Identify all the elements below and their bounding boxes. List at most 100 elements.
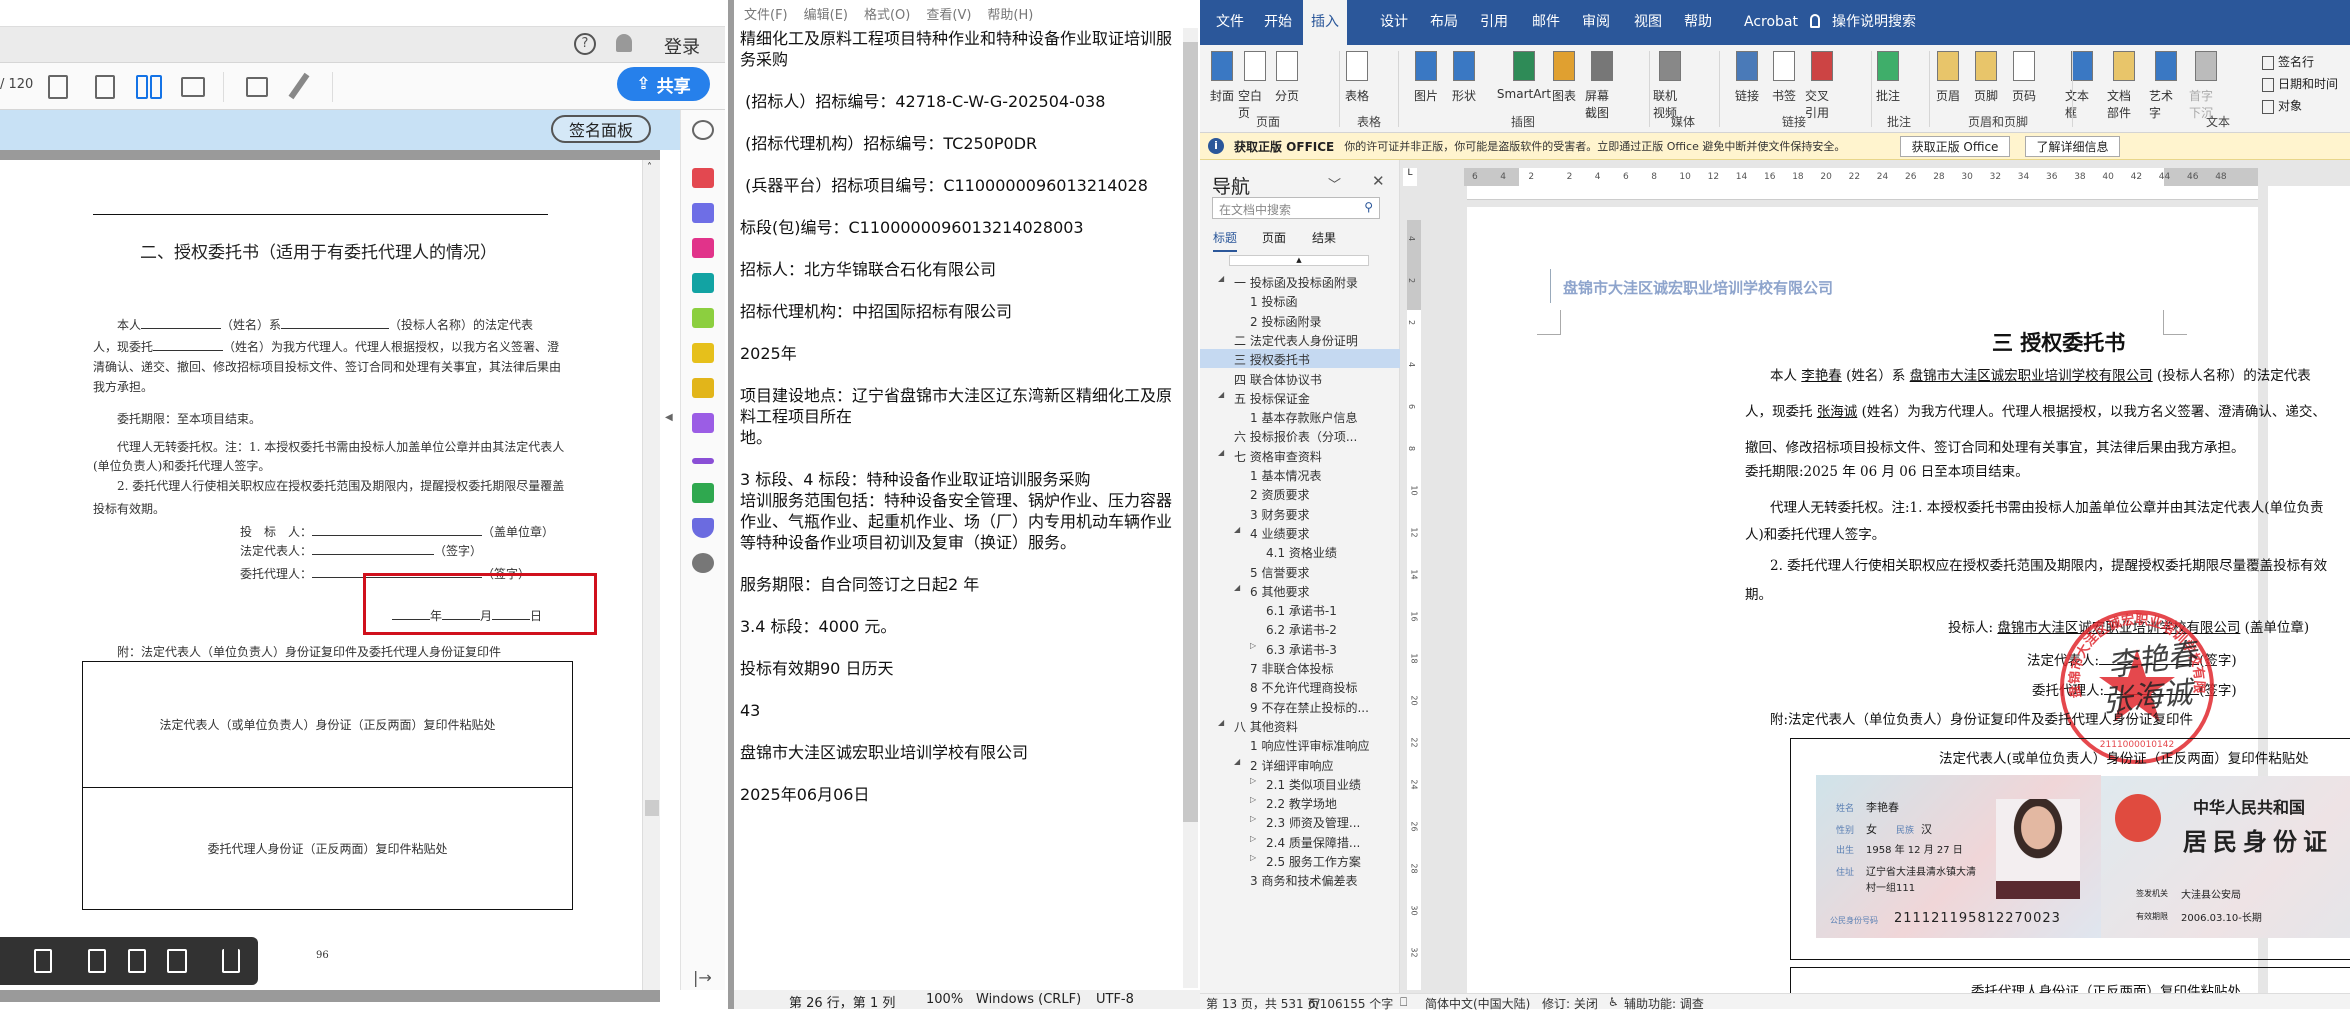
- ribbon-button-11[interactable]: 书签: [1767, 51, 1801, 104]
- export-icon[interactable]: [692, 273, 714, 293]
- fit-page-icon[interactable]: [128, 949, 146, 973]
- nav-item[interactable]: 3 财务要求: [1200, 504, 1400, 523]
- scroll-up-arrow[interactable]: ˄: [647, 162, 652, 173]
- zoom-search-icon[interactable]: [692, 120, 714, 140]
- track-changes[interactable]: 修订: 关闭: [1542, 995, 1598, 1012]
- pdf-scrollbar[interactable]: ˄: [642, 160, 660, 990]
- export-pdf-icon[interactable]: [692, 168, 714, 188]
- nav-item[interactable]: 4.1 资格业绩: [1200, 542, 1400, 561]
- expanded-triangle-icon[interactable]: ◢: [1234, 583, 1240, 592]
- nav-item[interactable]: ◢ 七 资格审查资料: [1200, 446, 1400, 465]
- nav-item[interactable]: ▷ 2.4 质量保障措...: [1200, 832, 1400, 851]
- nav-item[interactable]: 9 不存在禁止投标的...: [1200, 697, 1400, 716]
- protect-shield-icon[interactable]: [692, 518, 714, 538]
- get-genuine-office-button[interactable]: 获取正版 Office: [1900, 136, 2010, 157]
- more-tools-wrench-icon[interactable]: [692, 553, 714, 573]
- nav-item[interactable]: 2 投标函附录: [1200, 311, 1400, 330]
- menu-item[interactable]: 查看(V): [926, 4, 971, 23]
- ribbon-button-15[interactable]: 页脚: [1969, 51, 2003, 104]
- collapsed-triangle-icon[interactable]: ▷: [1250, 641, 1256, 650]
- nav-item[interactable]: ◢ 五 投标保证金: [1200, 388, 1400, 407]
- ribbon-button-14[interactable]: 页眉: [1931, 51, 1965, 104]
- nav-tab-headings[interactable]: 标题: [1213, 229, 1238, 252]
- expand-panel-icon[interactable]: |→: [693, 968, 712, 987]
- full-screen-icon[interactable]: [167, 949, 187, 973]
- nav-item[interactable]: ◢ 4 业绩要求: [1200, 523, 1400, 542]
- tab-7[interactable]: 审阅: [1582, 0, 1610, 45]
- nav-item[interactable]: 1 投标函: [1200, 291, 1400, 310]
- page-count[interactable]: 第 13 页，共 531 页: [1206, 995, 1319, 1012]
- expanded-triangle-icon[interactable]: ◢: [1218, 274, 1224, 283]
- nav-item[interactable]: 二 法定代表人身份证明: [1200, 330, 1400, 349]
- nav-item[interactable]: ◢ 6 其他要求: [1200, 581, 1400, 600]
- search-icon[interactable]: ⚲: [1364, 200, 1373, 214]
- nav-item[interactable]: 6.1 承诺书-1: [1200, 600, 1400, 619]
- ribbon-button-1[interactable]: 空白页: [1238, 51, 1272, 121]
- expanded-triangle-icon[interactable]: ◢: [1218, 448, 1224, 457]
- ribbon-button-3[interactable]: 表格: [1340, 51, 1374, 104]
- ribbon-button-19[interactable]: 艺术字: [2149, 51, 2183, 121]
- organize-pages-icon[interactable]: [692, 238, 714, 258]
- scan-icon[interactable]: [692, 483, 714, 503]
- ribbon-button-4[interactable]: 图片: [1409, 51, 1443, 104]
- nav-item[interactable]: ◢ 一 投标函及投标函附录: [1200, 272, 1400, 291]
- nav-item[interactable]: 三 授权委托书: [1200, 349, 1400, 369]
- nav-item[interactable]: ◢ 2 详细评审响应: [1200, 755, 1400, 774]
- ribbon-button-12[interactable]: 交叉引用: [1805, 51, 1839, 121]
- tab-0[interactable]: 文件: [1216, 0, 1244, 45]
- nav-item[interactable]: 1 响应性评审标准响应: [1200, 735, 1400, 754]
- collapsed-triangle-icon[interactable]: ▷: [1250, 814, 1256, 823]
- edit-pdf-icon[interactable]: [692, 343, 714, 363]
- nav-close-icon[interactable]: ✕: [1372, 172, 1385, 190]
- tab-1[interactable]: 开始: [1264, 0, 1292, 45]
- bell-icon[interactable]: [616, 34, 632, 52]
- notepad-text-area[interactable]: 精细化工及原料工程项目特种作业和特种设备作业取证培训服 务采购 (招标人）招标编…: [740, 28, 1180, 826]
- ribbon-button-13[interactable]: 批注: [1871, 51, 1905, 104]
- expanded-triangle-icon[interactable]: ◢: [1234, 525, 1240, 534]
- accessibility-icon[interactable]: ♿: [1608, 995, 1619, 1009]
- single-page-icon[interactable]: [95, 75, 115, 99]
- ribbon-button-8[interactable]: 屏幕截图: [1585, 51, 1619, 121]
- sign-panel-button[interactable]: 签名面板: [551, 115, 651, 143]
- accessibility[interactable]: 辅助功能: 调查: [1624, 995, 1704, 1012]
- tab-9[interactable]: 帮助: [1684, 0, 1712, 45]
- tab-5[interactable]: 引用: [1480, 0, 1508, 45]
- horizontal-ruler[interactable]: 6 4 2 2 4 6 8 10 12 14 16 18 20 22 24 26 28 30 32 34 36 38 40 4…: [1464, 168, 2258, 186]
- tab-6[interactable]: 邮件: [1532, 0, 1560, 45]
- word-count[interactable]: 6/106155 个字: [1308, 995, 1393, 1012]
- ribbon-button-16[interactable]: 页码: [2007, 51, 2041, 104]
- ribbon-button-6[interactable]: SmartArt: [1497, 51, 1551, 101]
- help-icon[interactable]: ?: [574, 33, 596, 55]
- notepad-scrollbar[interactable]: [1183, 28, 1198, 988]
- collapsed-triangle-icon[interactable]: ▷: [1250, 776, 1256, 785]
- ribbon-small-button-1[interactable]: 日期和时间: [2262, 75, 2338, 92]
- tab-8[interactable]: 视图: [1634, 0, 1662, 45]
- comment-icon[interactable]: [246, 77, 268, 97]
- nav-item[interactable]: ▷ 6.3 承诺书-3: [1200, 639, 1400, 658]
- ribbon-button-5[interactable]: 形状: [1447, 51, 1481, 104]
- nav-item[interactable]: 5 信誉要求: [1200, 562, 1400, 581]
- nav-tab-results[interactable]: 结果: [1312, 229, 1336, 246]
- nav-item[interactable]: 8 不允许代理商投标: [1200, 677, 1400, 696]
- ruler-corner-button[interactable]: L: [1403, 168, 1417, 186]
- nav-item[interactable]: ▷ 2.5 服务工作方案: [1200, 851, 1400, 870]
- nav-search-input[interactable]: 在文档中搜索 ⚲: [1212, 197, 1380, 219]
- upload-icon[interactable]: [222, 949, 240, 973]
- request-signature-icon[interactable]: [692, 458, 714, 464]
- proofing-icon[interactable]: ⎕: [1400, 995, 1407, 1010]
- fill-sign-icon[interactable]: [692, 413, 714, 433]
- copy-pages-icon[interactable]: [34, 949, 52, 973]
- menu-item[interactable]: 格式(O): [864, 4, 910, 23]
- collapsed-triangle-icon[interactable]: ▷: [1250, 853, 1256, 862]
- ribbon-button-2[interactable]: 分页: [1270, 51, 1304, 104]
- nav-item[interactable]: ▷ 2.1 类似项目业绩: [1200, 774, 1400, 793]
- collapsed-triangle-icon[interactable]: ▷: [1250, 795, 1256, 804]
- ribbon-button-17[interactable]: 文本框: [2065, 51, 2099, 121]
- tell-me-search[interactable]: 操作说明搜索: [1832, 0, 1916, 45]
- presentation-icon[interactable]: [181, 77, 205, 97]
- tab-2[interactable]: 插入: [1303, 0, 1347, 45]
- expanded-triangle-icon[interactable]: ◢: [1218, 390, 1224, 399]
- ribbon-small-button-2[interactable]: 对象: [2262, 97, 2302, 114]
- nav-item[interactable]: ▷ 2.2 教学场地: [1200, 793, 1400, 812]
- nav-item[interactable]: 6.2 承诺书-2: [1200, 619, 1400, 638]
